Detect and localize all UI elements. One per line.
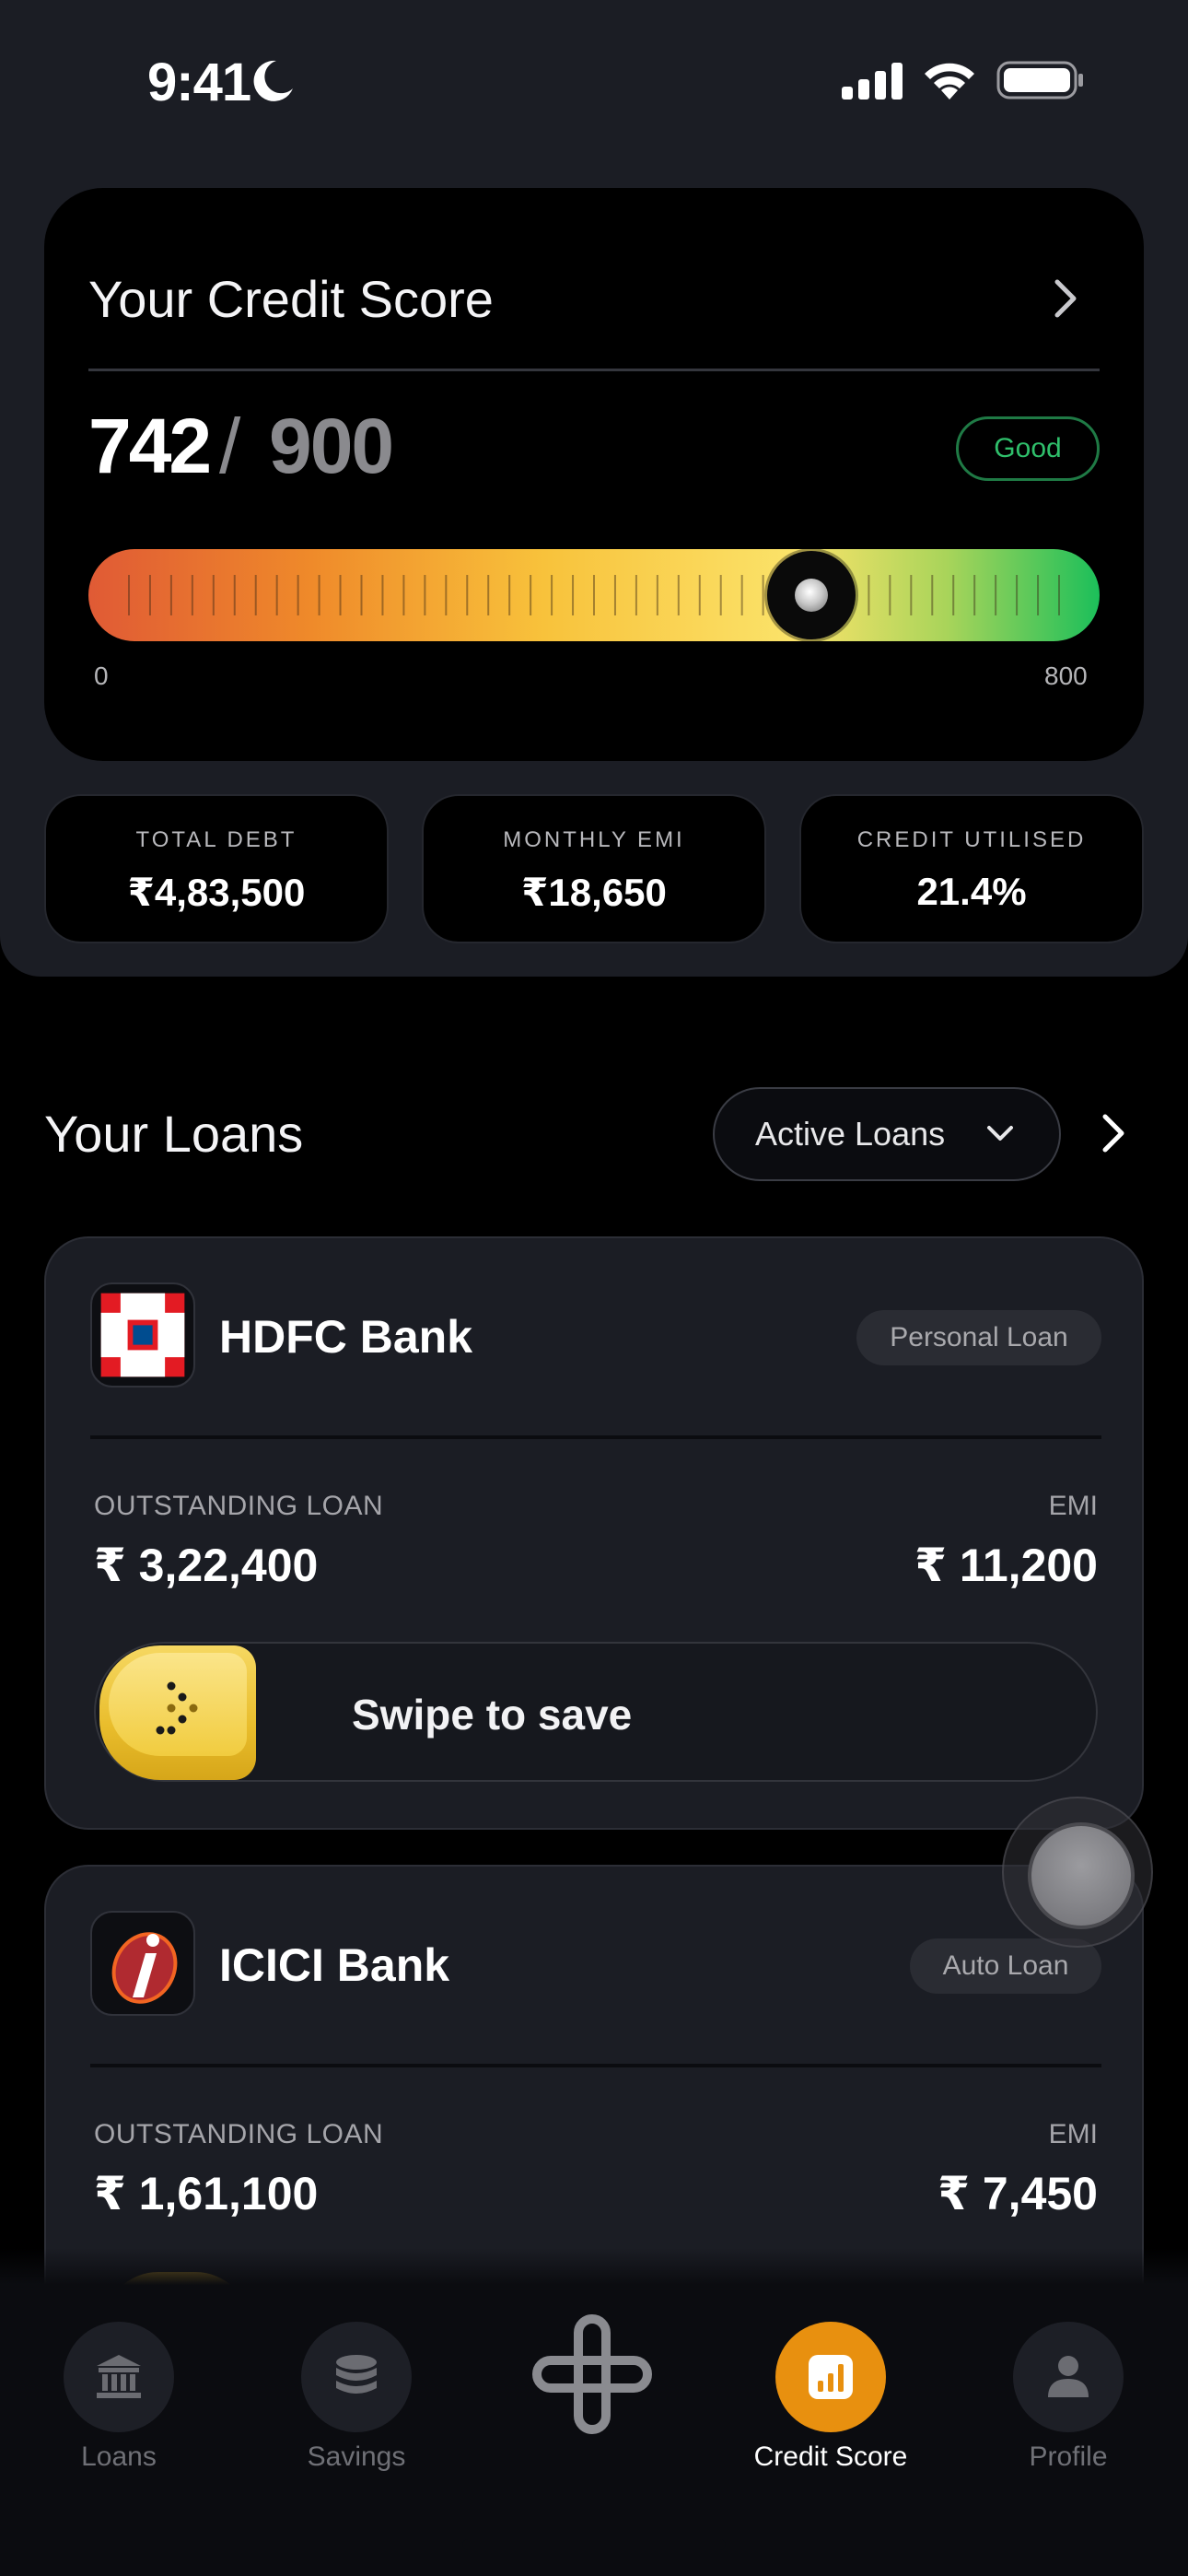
assistive-touch-button[interactable]: [1002, 1797, 1153, 1948]
hdfc-logo-icon: [90, 1282, 195, 1388]
emi-label: EMI: [1048, 2119, 1098, 2149]
loans-filter-label: Active Loans: [755, 1115, 946, 1153]
credit-score-card[interactable]: Your Credit Score 742 / 900 Good 0 800: [44, 188, 1144, 761]
swipe-to-save-track[interactable]: Swipe to save: [94, 1642, 1098, 1782]
divider: [90, 2064, 1101, 2067]
status-bar: 9:41: [0, 0, 1188, 161]
emi-label: EMI: [1048, 1491, 1098, 1521]
icici-logo-icon: [90, 1911, 195, 2016]
credit-score-gauge: [88, 549, 1100, 641]
divider: [90, 1435, 1101, 1439]
stat-label: MONTHLY EMI: [503, 827, 685, 852]
emi-value: ₹ 7,450: [938, 2168, 1098, 2219]
stat-value: 21.4%: [916, 870, 1027, 913]
outstanding-value: ₹ 1,61,100: [94, 2168, 319, 2219]
swipe-label: Swipe to save: [352, 1691, 633, 1739]
nav-item-profile[interactable]: Profile: [962, 2322, 1174, 2473]
nav-icon-circle: [64, 2322, 174, 2432]
home-indicator: [462, 2539, 726, 2550]
gauge-knob: [767, 551, 856, 639]
nav-label: Profile: [1029, 2441, 1108, 2472]
loans-title: Your Loans: [44, 1105, 304, 1163]
rating-badge: Good: [956, 416, 1100, 481]
credit-score-max: 900: [269, 403, 394, 489]
outstanding-label: OUTSTANDING LOAN: [94, 1491, 384, 1521]
stat-monthly-emi: MONTHLY EMI ₹18,650: [422, 794, 766, 943]
nav-icon-circle: [1013, 2322, 1124, 2432]
wifi-icon: [925, 63, 974, 100]
stat-label: TOTAL DEBT: [135, 827, 297, 852]
stat-value: ₹18,650: [521, 871, 667, 914]
stat-value: ₹4,83,500: [127, 871, 306, 914]
loan-type-badge: Personal Loan: [856, 1310, 1101, 1365]
nav-item-credit-score[interactable]: Credit Score: [725, 2322, 937, 2473]
nav-label: Loans: [81, 2441, 157, 2472]
outstanding-label: OUTSTANDING LOAN: [94, 2119, 384, 2149]
stat-total-debt: TOTAL DEBT ₹4,83,500: [44, 794, 389, 943]
swipe-handle[interactable]: [99, 1645, 256, 1780]
stat-credit-utilised: CREDIT UTILISED 21.4%: [799, 794, 1144, 943]
nav-item-loans[interactable]: Loans: [13, 2322, 225, 2473]
gauge-ticks: [128, 575, 1060, 615]
chevron-right-icon[interactable]: [1048, 271, 1085, 326]
chevron-right-icon[interactable]: [1098, 1107, 1131, 1159]
bank-icon: [97, 2355, 141, 2398]
chart-icon: [809, 2355, 853, 2399]
top-panel: 9:41 Your Credit Score 742 / 900 Good 0 …: [0, 0, 1188, 977]
nav-label: Credit Score: [753, 2441, 908, 2472]
nav-icon-circle: [775, 2322, 886, 2432]
outstanding-value: ₹ 3,22,400: [94, 1540, 319, 1591]
bank-name: HDFC Bank: [219, 1311, 473, 1363]
credit-score-title: Your Credit Score: [88, 270, 494, 328]
signal-icon: [842, 63, 903, 100]
bank-name: ICICI Bank: [219, 1939, 450, 1991]
chevron-down-icon: [987, 1126, 1013, 1141]
nav-icon-circle: [301, 2322, 412, 2432]
score-separator: /: [219, 403, 241, 489]
gauge-min-label: 0: [94, 662, 109, 690]
app-logo-icon[interactable]: [532, 2314, 652, 2434]
loan-card-hdfc[interactable]: HDFC Bank Personal Loan OUTSTANDING LOAN…: [44, 1236, 1144, 1830]
battery-icon: [996, 61, 1083, 100]
stat-label: CREDIT UTILISED: [856, 827, 1087, 852]
loans-filter-dropdown[interactable]: Active Loans: [713, 1087, 1061, 1181]
coins-icon: [336, 2355, 377, 2394]
person-icon: [1048, 2356, 1089, 2397]
divider: [88, 369, 1100, 371]
emi-value: ₹ 11,200: [914, 1540, 1098, 1591]
credit-score-value: 742: [88, 403, 212, 489]
nav-item-savings[interactable]: Savings: [250, 2322, 462, 2473]
status-time: 9:41: [147, 53, 251, 112]
arrow-dots-icon: [156, 1681, 198, 1735]
gauge-max-label: 800: [1044, 662, 1088, 690]
nav-label: Savings: [307, 2441, 406, 2472]
moon-icon: [253, 60, 293, 101]
